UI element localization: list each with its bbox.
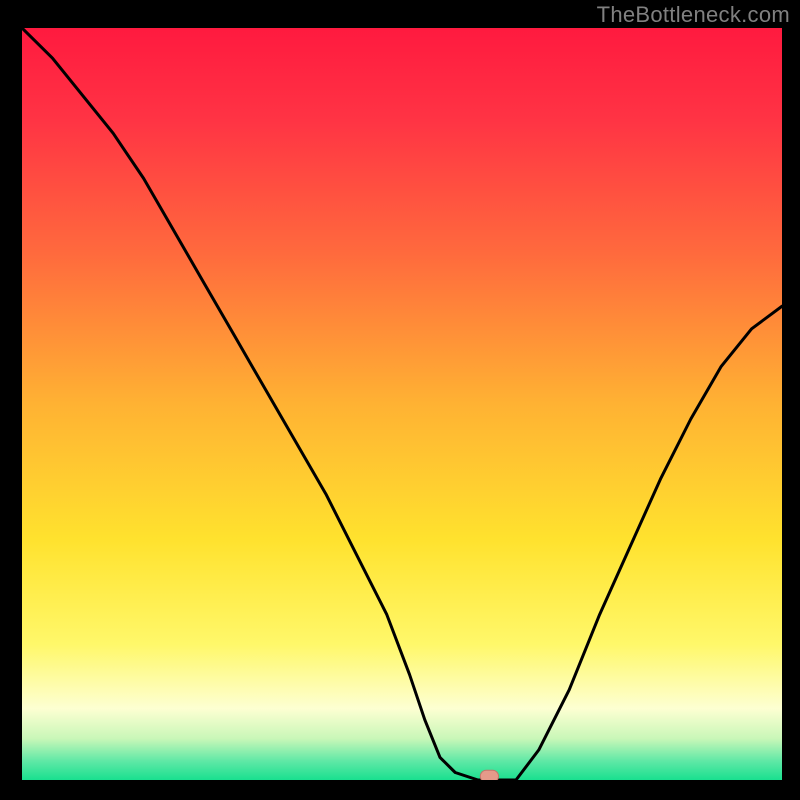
- chart-plot-area: [22, 28, 782, 780]
- chart-svg: [22, 28, 782, 780]
- chart-container: TheBottleneck.com: [0, 0, 800, 800]
- watermark-text: TheBottleneck.com: [597, 2, 790, 28]
- gradient-background: [22, 28, 782, 780]
- optimal-marker: [480, 770, 498, 780]
